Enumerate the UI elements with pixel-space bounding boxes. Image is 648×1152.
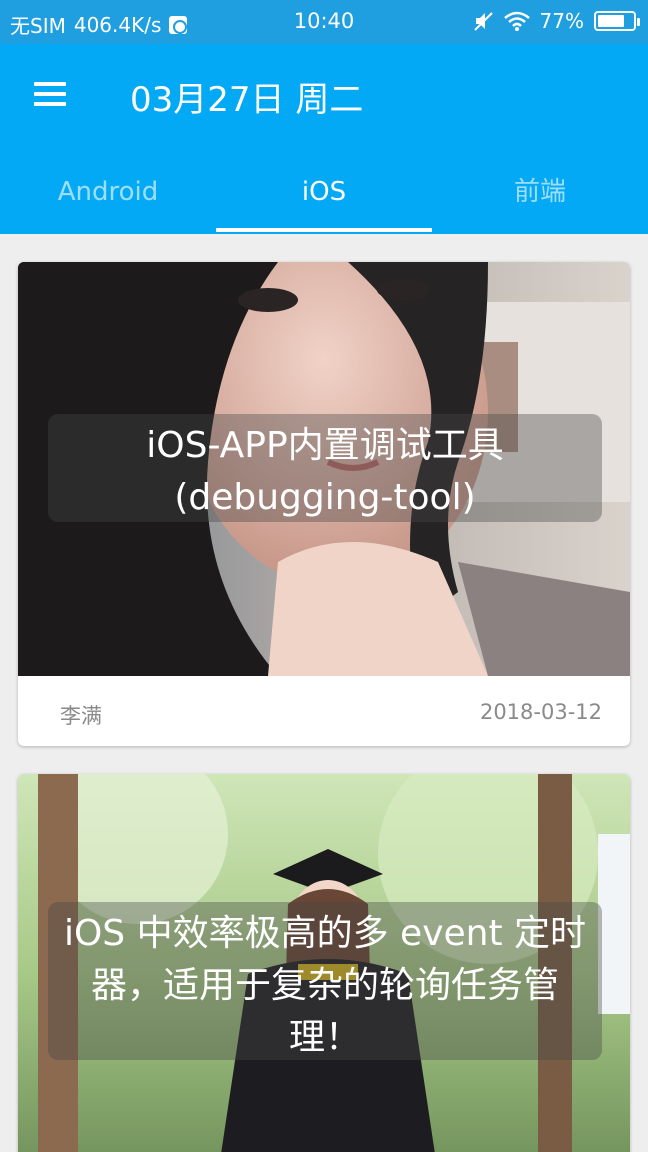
tab-frontend[interactable]: 前端 bbox=[432, 160, 648, 234]
article-author: 李满 bbox=[60, 704, 102, 728]
tab-bar: Android iOS 前端 bbox=[0, 160, 648, 234]
menu-button[interactable] bbox=[30, 78, 70, 110]
app-bar: 03月27日 周二 Android iOS 前端 bbox=[0, 44, 648, 234]
status-bar: 无SIM 406.4K/s 10:40 77% bbox=[0, 0, 648, 44]
card-image: iOS 中效率极高的多 event 定时器，适用于复杂的轮询任务管理！ bbox=[18, 774, 630, 1152]
menu-icon-line bbox=[34, 102, 66, 106]
mute-icon bbox=[473, 12, 493, 31]
menu-icon-line bbox=[34, 82, 66, 86]
status-right: 77% bbox=[472, 9, 640, 33]
card-image: iOS-APP内置调试工具 (debugging-tool) bbox=[18, 262, 630, 676]
article-card[interactable]: iOS 中效率极高的多 event 定时器，适用于复杂的轮询任务管理！ bbox=[18, 774, 630, 1152]
tab-ios[interactable]: iOS bbox=[216, 160, 432, 234]
menu-icon-line bbox=[34, 92, 66, 96]
wifi-icon bbox=[503, 11, 530, 31]
battery-percent: 77% bbox=[539, 9, 584, 33]
page-title: 03月27日 周二 bbox=[130, 80, 364, 120]
tab-android[interactable]: Android bbox=[0, 160, 216, 234]
article-card[interactable]: iOS-APP内置调试工具 (debugging-tool) 李满 2018-0… bbox=[18, 262, 630, 746]
card-footer: 李满 2018-03-12 bbox=[18, 676, 630, 746]
article-date: 2018-03-12 bbox=[479, 700, 602, 724]
battery-icon bbox=[594, 11, 640, 31]
article-title: iOS-APP内置调试工具 (debugging-tool) bbox=[48, 414, 602, 522]
battery-level bbox=[598, 15, 625, 27]
article-title: iOS 中效率极高的多 event 定时器，适用于复杂的轮询任务管理！ bbox=[48, 902, 602, 1060]
